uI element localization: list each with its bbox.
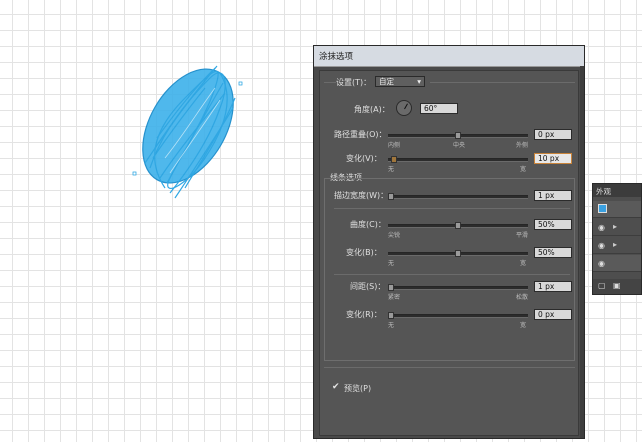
curviness-label: 曲度(C)：: [350, 220, 386, 229]
panel-row[interactable]: [593, 201, 641, 218]
square-icon[interactable]: ▢: [598, 281, 606, 290]
path-overlap-slider[interactable]: [388, 132, 528, 139]
path-overlap-tick-inside: 内侧: [388, 142, 401, 149]
variation3-slider[interactable]: [388, 312, 528, 319]
scribble-options-dialog: 涂抹选项 设置(T)： 自定 ▾ 角度(A)： 60° 路径重叠(O)： 内侧 …: [313, 45, 585, 439]
spacing-slider[interactable]: [388, 284, 528, 291]
panel-row[interactable]: ◉: [593, 255, 641, 272]
preview-checkbox[interactable]: ✔ 预览(P): [332, 382, 371, 393]
variation1-input[interactable]: 10 px: [534, 153, 572, 164]
stroke-width-input-value: 1 px: [538, 191, 555, 200]
chevron-right-icon: ▸: [613, 240, 618, 249]
angle-input-value: 60°: [424, 104, 438, 113]
variation3-tick-none: 无: [388, 322, 395, 329]
appearance-panel-header: 外观: [593, 184, 641, 197]
panel-row[interactable]: ◉ ▸: [593, 219, 641, 236]
preview-label: 预览(P): [344, 384, 372, 393]
curviness-input-value: 50%: [538, 220, 555, 229]
variation2-tick-none: 无: [388, 260, 395, 267]
variation3-tick-wide: 宽: [520, 322, 527, 329]
angle-label: 角度(A)：: [354, 105, 390, 114]
curviness-tick-sharp: 尖锐: [388, 232, 401, 239]
variation1-tick-wide: 宽: [520, 166, 527, 173]
settings-rule-right: [430, 82, 575, 83]
stroke-width-input[interactable]: 1 px: [534, 190, 572, 201]
panel-row[interactable]: ◉ ▸: [593, 237, 641, 254]
angle-dial-needle: [404, 103, 408, 110]
fill-swatch-icon: [598, 204, 607, 213]
eye-icon: ◉: [598, 241, 605, 250]
path-overlap-tick-center: 中央: [453, 142, 466, 149]
settings-dropdown[interactable]: 自定 ▾: [375, 76, 425, 87]
curviness-slider-thumb[interactable]: [455, 222, 461, 229]
path-overlap-input-value: 0 px: [538, 130, 555, 139]
settings-label: 设置(T)：: [336, 78, 372, 87]
line-options-divider-1: [334, 208, 570, 209]
dialog-title: 涂抹选项: [319, 52, 354, 62]
variation2-input[interactable]: 50%: [534, 247, 572, 258]
variation3-input-value: 0 px: [538, 310, 555, 319]
chevron-down-icon: ▾: [417, 77, 421, 86]
spacing-tick-loose: 松散: [516, 294, 529, 301]
dialog-body: 设置(T)： 自定 ▾ 角度(A)： 60° 路径重叠(O)： 内侧 中央 外侧…: [319, 70, 579, 436]
preview-divider: [324, 367, 575, 368]
dialog-scrollbar[interactable]: [580, 66, 584, 438]
appearance-panel: 外观 ◉ ▸ ◉ ▸ ◉ ▢ ▣: [592, 183, 642, 295]
variation1-slider-thumb[interactable]: [391, 156, 397, 163]
variation1-input-value: 10 px: [538, 154, 560, 163]
variation3-slider-thumb[interactable]: [388, 312, 394, 319]
panel-footer: ▢ ▣: [593, 279, 641, 294]
variation2-input-value: 50%: [538, 248, 555, 257]
variation3-input[interactable]: 0 px: [534, 309, 572, 320]
line-options-divider-2: [334, 274, 570, 275]
stroke-width-label: 描边宽度(W)：: [334, 191, 389, 200]
settings-rule-left: [324, 82, 336, 83]
variation1-label: 变化(V)：: [346, 154, 382, 163]
curviness-input[interactable]: 50%: [534, 219, 572, 230]
variation2-label: 变化(B)：: [346, 248, 382, 257]
curviness-slider[interactable]: [388, 222, 528, 229]
variation2-slider[interactable]: [388, 250, 528, 257]
variation2-slider-thumb[interactable]: [455, 250, 461, 257]
spacing-slider-thumb[interactable]: [388, 284, 394, 291]
path-overlap-label: 路径重叠(O)：: [334, 130, 387, 139]
path-overlap-tick-outside: 外侧: [516, 142, 529, 149]
spacing-label: 间距(S)：: [350, 282, 386, 291]
eye-icon: ◉: [598, 259, 605, 268]
settings-dropdown-value: 自定: [379, 77, 394, 86]
spacing-tick-tight: 紧密: [388, 294, 401, 301]
angle-dial[interactable]: [396, 100, 412, 116]
variation2-tick-wide: 宽: [520, 260, 527, 267]
curviness-tick-smooth: 平滑: [516, 232, 529, 239]
spacing-input[interactable]: 1 px: [534, 281, 572, 292]
scribble-artwork[interactable]: [125, 38, 250, 218]
eye-icon: ◉: [598, 223, 605, 232]
checkmark-icon: ✔: [332, 382, 340, 392]
variation1-tick-none: 无: [388, 166, 395, 173]
path-overlap-slider-thumb[interactable]: [455, 132, 461, 139]
angle-input[interactable]: 60°: [420, 103, 458, 114]
stroke-width-slider-thumb[interactable]: [388, 193, 394, 200]
line-options-group: [324, 178, 575, 361]
variation3-label: 变化(R)：: [346, 310, 382, 319]
stroke-square-icon[interactable]: ▣: [613, 281, 621, 290]
dialog-titlebar[interactable]: 涂抹选项: [314, 46, 584, 67]
variation1-slider[interactable]: [388, 156, 528, 163]
spacing-input-value: 1 px: [538, 282, 555, 291]
stroke-width-slider[interactable]: [388, 193, 528, 200]
appearance-panel-title: 外观: [596, 187, 611, 196]
chevron-right-icon: ▸: [613, 222, 618, 231]
path-overlap-input[interactable]: 0 px: [534, 129, 572, 140]
